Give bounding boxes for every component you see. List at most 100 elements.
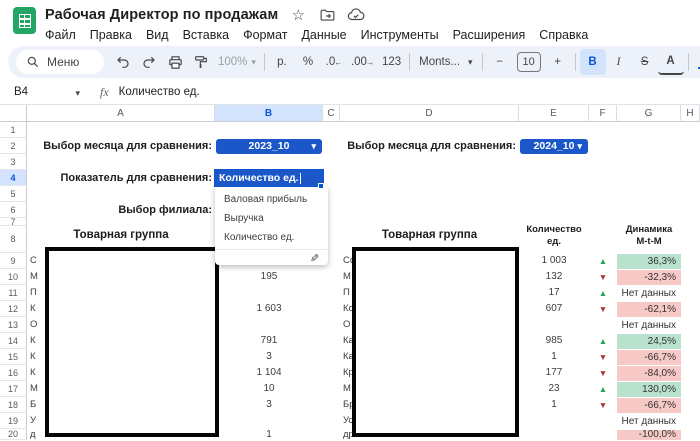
dropdown-option-1[interactable]: Валовая прибыль	[215, 190, 328, 209]
decrease-font-size-button[interactable]: −	[487, 49, 513, 75]
left-row-15-name[interactable]: К	[30, 349, 36, 365]
menu-справка[interactable]: Справка	[539, 28, 588, 42]
right-row-11-qty[interactable]: 17	[519, 285, 589, 301]
right-row-17-name[interactable]: М	[343, 381, 351, 397]
row-header-7[interactable]: 7	[0, 218, 27, 226]
cell-d2-month-label[interactable]: Выбор месяца для сравнения:	[340, 138, 516, 154]
cell-a4-metric-label[interactable]: Показатель для сравнения:	[27, 170, 212, 186]
right-row-17-dynamics[interactable]: 130,0%	[617, 382, 681, 397]
left-row-17-qty[interactable]: 10	[215, 381, 323, 397]
right-row-17-qty[interactable]: 23	[519, 381, 589, 397]
right-row-20-dynamics[interactable]: -100,0%	[617, 430, 681, 440]
dropdown-option-3[interactable]: Количество ед.	[215, 228, 328, 247]
cell-e2-month-dropdown[interactable]: 2024_10	[520, 139, 588, 154]
menu-правка[interactable]: Правка	[90, 28, 132, 42]
right-row-13-dynamics[interactable]: Нет данных	[617, 318, 681, 333]
right-row-16-dynamics[interactable]: -84,0%	[617, 366, 681, 381]
menu-файл[interactable]: Файл	[45, 28, 76, 42]
right-row-13-name[interactable]: О	[343, 317, 350, 333]
row-header-13[interactable]: 13	[0, 317, 27, 333]
decrease-decimals-button[interactable]: .0←	[321, 49, 347, 75]
left-row-9-name[interactable]: С	[30, 253, 37, 269]
row-header-20[interactable]: 20	[0, 429, 27, 440]
row-header-17[interactable]: 17	[0, 381, 27, 397]
right-row-10-dynamics[interactable]: -32,3%	[617, 270, 681, 285]
row-header-5[interactable]: 5	[0, 186, 27, 202]
more-formats-button[interactable]: 123	[378, 49, 405, 75]
row-header-19[interactable]: 19	[0, 413, 27, 429]
select-all-corner[interactable]	[0, 105, 27, 122]
row-header-12[interactable]: 12	[0, 301, 27, 317]
row-header-2[interactable]: 2	[0, 138, 27, 154]
column-header-A[interactable]: A	[27, 105, 215, 122]
right-row-14-dynamics[interactable]: 24,5%	[617, 334, 681, 349]
text-color-button[interactable]: A	[658, 49, 684, 75]
cell-name-box[interactable]: B4	[0, 83, 88, 101]
strikethrough-button[interactable]: S	[632, 49, 658, 75]
bold-button[interactable]: B	[580, 49, 606, 75]
left-row-10-name[interactable]: М	[30, 269, 38, 285]
cloud-save-status-icon[interactable]	[347, 6, 365, 24]
row-header-1[interactable]: 1	[0, 122, 27, 138]
formula-input[interactable]: Количество ед.	[119, 86, 200, 98]
right-row-13-qty[interactable]	[519, 317, 589, 333]
right-row-12-qty[interactable]: 607	[519, 301, 589, 317]
right-row-9-qty[interactable]: 1 003	[519, 253, 589, 269]
menu-расширения[interactable]: Расширения	[453, 28, 526, 42]
row-header-4[interactable]: 4	[0, 170, 27, 186]
right-row-16-qty[interactable]: 177	[519, 365, 589, 381]
row-header-11[interactable]: 11	[0, 285, 27, 301]
menu-формат[interactable]: Формат	[243, 28, 287, 42]
row-header-16[interactable]: 16	[0, 365, 27, 381]
format-currency-button[interactable]: р.	[269, 49, 295, 75]
print-button[interactable]	[162, 49, 188, 75]
menu-вид[interactable]: Вид	[146, 28, 169, 42]
left-row-14-name[interactable]: К	[30, 333, 36, 349]
right-row-18-dynamics[interactable]: -66,7%	[617, 398, 681, 413]
column-header-C[interactable]: C	[323, 105, 340, 122]
star-icon[interactable]	[289, 6, 307, 24]
menu-вставка[interactable]: Вставка	[183, 28, 229, 42]
right-row-15-dynamics[interactable]: -66,7%	[617, 350, 681, 365]
left-row-18-qty[interactable]: 3	[215, 397, 323, 413]
dropdown-option-2[interactable]: Выручка	[215, 209, 328, 228]
left-row-11-qty[interactable]	[215, 285, 323, 301]
right-row-10-name[interactable]: М	[343, 269, 351, 285]
font-family-select[interactable]: Monts...	[414, 56, 477, 68]
right-row-18-qty[interactable]: 1	[519, 397, 589, 413]
left-row-20-qty[interactable]: 1	[215, 429, 323, 440]
left-row-19-name[interactable]: У	[30, 413, 36, 429]
left-row-12-qty[interactable]: 1 603	[215, 301, 323, 317]
qty-column-header[interactable]: Количество ед.	[519, 224, 589, 247]
column-header-B[interactable]: B	[215, 105, 323, 122]
left-row-18-name[interactable]: Б	[30, 397, 36, 413]
increase-font-size-button[interactable]: +	[545, 49, 571, 75]
row-header-10[interactable]: 10	[0, 269, 27, 285]
right-table-group-header[interactable]: Товарная группа	[340, 229, 519, 241]
cell-a6-branch-label[interactable]: Выбор филиала:	[27, 202, 212, 218]
font-size-input[interactable]: 10	[517, 52, 541, 72]
menu-данные[interactable]: Данные	[301, 28, 346, 42]
cell-a2-month-label[interactable]: Выбор месяца для сравнения:	[27, 138, 212, 154]
row-header-18[interactable]: 18	[0, 397, 27, 413]
right-row-20-qty[interactable]	[519, 429, 589, 440]
redo-button[interactable]	[136, 49, 162, 75]
left-row-13-name[interactable]: О	[30, 317, 37, 333]
menu-search-box[interactable]: Меню	[16, 50, 104, 74]
left-row-12-name[interactable]: К	[30, 301, 36, 317]
column-header-F[interactable]: F	[589, 105, 617, 122]
italic-button[interactable]: I	[606, 49, 632, 75]
fill-handle[interactable]	[318, 183, 324, 189]
left-row-10-qty[interactable]: 195	[215, 269, 323, 285]
right-row-14-qty[interactable]: 985	[519, 333, 589, 349]
menu-инструменты[interactable]: Инструменты	[361, 28, 439, 42]
increase-decimals-button[interactable]: .00→	[347, 49, 378, 75]
left-row-14-qty[interactable]: 791	[215, 333, 323, 349]
undo-button[interactable]	[110, 49, 136, 75]
move-folder-icon[interactable]	[318, 6, 336, 24]
right-row-12-dynamics[interactable]: -62,1%	[617, 302, 681, 317]
left-row-16-name[interactable]: К	[30, 365, 36, 381]
column-header-D[interactable]: D	[340, 105, 519, 122]
column-header-E[interactable]: E	[519, 105, 589, 122]
left-row-11-name[interactable]: П	[30, 285, 37, 301]
